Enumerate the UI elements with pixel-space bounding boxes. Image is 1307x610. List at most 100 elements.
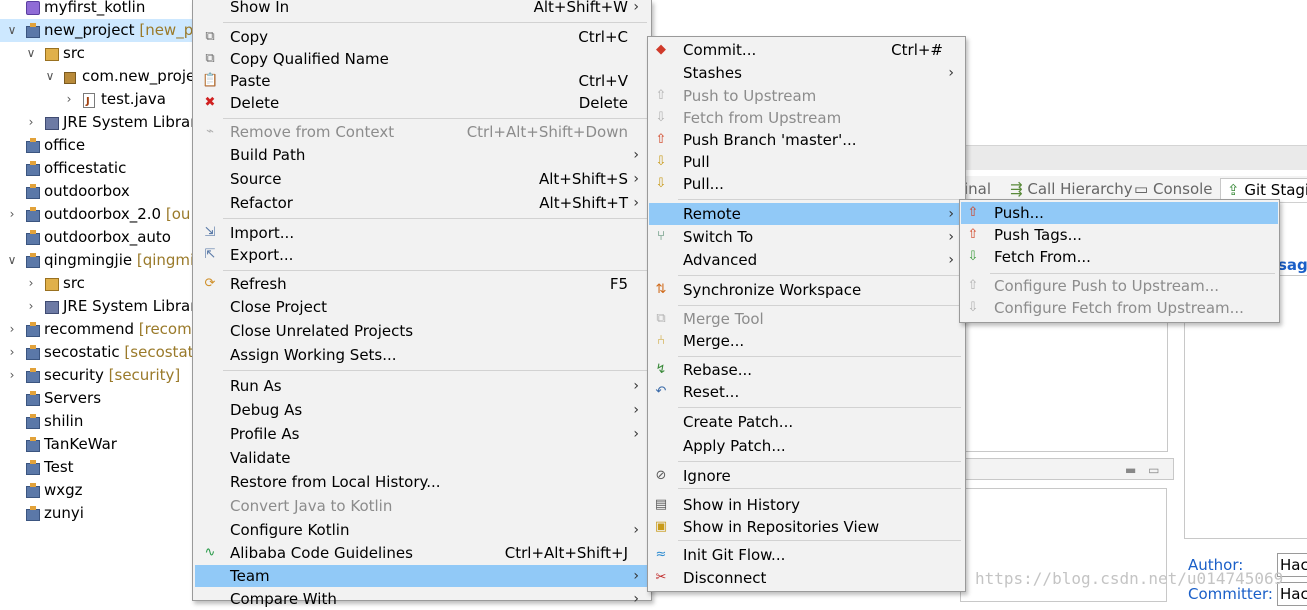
chevron-right-icon[interactable]: › xyxy=(25,295,37,318)
menu-item-configure-push-to-upstream[interactable]: ⇧ Configure Push to Upstream... xyxy=(961,275,1278,297)
chevron-down-icon[interactable]: ∨ xyxy=(6,249,18,272)
chevron-right-icon[interactable]: › xyxy=(63,88,75,111)
menu-item-configure-fetch-from-upstream[interactable]: ⇩ Configure Fetch from Upstream... xyxy=(961,297,1278,319)
tree-item[interactable]: shilin xyxy=(0,410,192,433)
chevron-right-icon[interactable]: › xyxy=(6,203,18,226)
menu-item-fetch-from[interactable]: ⇩ Fetch From... xyxy=(961,246,1278,268)
tree-item[interactable]: Servers xyxy=(0,387,192,410)
tree-item[interactable]: office xyxy=(0,134,192,157)
chevron-right-icon[interactable]: › xyxy=(6,364,18,387)
configure-push-icon: ⇧ xyxy=(967,278,979,293)
menu-item-fetch-from-upstream[interactable]: ⇩ Fetch from Upstream xyxy=(649,107,964,129)
project-icon xyxy=(26,184,40,199)
fetch-icon: ⇩ xyxy=(967,249,979,264)
tree-item[interactable]: › test.java xyxy=(0,88,192,113)
menu-item-commit[interactable]: ◆ Commit... Ctrl+# xyxy=(649,39,964,61)
menu-item-init-git-flow[interactable]: ≈ Init Git Flow... xyxy=(649,544,964,566)
menu-item-close-project[interactable]: Close Project xyxy=(195,296,649,318)
tree-item-label: office xyxy=(44,136,86,154)
menu-item-merge-tool[interactable]: ⧉ Merge Tool xyxy=(649,308,964,330)
menu-item-push-to-upstream[interactable]: ⇧ Push to Upstream xyxy=(649,85,964,107)
menu-item-rebase[interactable]: ↯ Rebase... xyxy=(649,359,964,381)
menu-item-delete[interactable]: ✖ Delete Delete xyxy=(195,92,649,114)
chevron-down-icon[interactable]: ∨ xyxy=(25,42,37,65)
menu-item-merge[interactable]: ⑃ Merge... xyxy=(649,330,964,352)
menu-item-stashes[interactable]: Stashes › xyxy=(649,62,964,84)
chevron-right-icon[interactable]: › xyxy=(6,318,18,341)
chevron-down-icon[interactable]: ∨ xyxy=(6,19,18,42)
tree-item[interactable]: outdoorbox xyxy=(0,180,192,203)
chevron-right-icon[interactable]: › xyxy=(25,111,37,134)
menu-item-source[interactable]: Source Alt+Shift+S › xyxy=(195,168,649,190)
tree-item[interactable]: ∨ new_project [new_p xyxy=(0,19,192,42)
menu-item-import[interactable]: ⇲ Import... xyxy=(195,222,649,244)
menu-item-assign-working-sets[interactable]: Assign Working Sets... xyxy=(195,344,649,366)
menu-item-paste[interactable]: 📋 Paste Ctrl+V xyxy=(195,70,649,92)
menu-item-pull[interactable]: ⇩ Pull... xyxy=(649,173,964,195)
menu-item-refactor[interactable]: Refactor Alt+Shift+T › xyxy=(195,192,649,214)
menu-item-convert-java-to-kotlin[interactable]: Convert Java to Kotlin xyxy=(195,495,649,517)
menu-item-profile-as[interactable]: Profile As › xyxy=(195,423,649,445)
tree-item[interactable]: myfirst_kotlin xyxy=(0,0,192,19)
tab-console[interactable]: ▭ Console xyxy=(1134,180,1213,198)
git-project-icon xyxy=(26,23,40,38)
tree-item[interactable]: › recommend [recomm xyxy=(0,318,192,341)
menu-item-create-patch[interactable]: Create Patch... xyxy=(649,411,964,433)
tree-item[interactable]: ∨ src xyxy=(0,42,192,65)
menu-item-refresh[interactable]: ⟳ Refresh F5 xyxy=(195,273,649,295)
tab-terminal[interactable]: inal xyxy=(964,180,991,198)
tree-item[interactable]: officestatic xyxy=(0,157,192,180)
tree-item[interactable]: › JRE System Librar xyxy=(0,111,192,134)
menu-item-push-tags[interactable]: ⇧ Push Tags... xyxy=(961,224,1278,246)
menu-item-disconnect[interactable]: ✂ Disconnect xyxy=(649,567,964,589)
chevron-right-icon[interactable]: › xyxy=(6,341,18,364)
chevron-right-icon[interactable]: › xyxy=(25,272,37,295)
menu-item-pull[interactable]: ⇩ Pull xyxy=(649,151,964,173)
menu-item-remote[interactable]: Remote › xyxy=(649,203,964,225)
project-icon xyxy=(26,437,40,452)
tree-item[interactable]: › outdoorbox_2.0 [ou xyxy=(0,203,192,226)
menu-item-compare-with[interactable]: Compare With › xyxy=(195,588,649,610)
chevron-down-icon[interactable]: ∨ xyxy=(44,65,56,88)
menu-item-ignore[interactable]: ⊘ Ignore xyxy=(649,465,964,487)
menu-item-reset[interactable]: ↶ Reset... xyxy=(649,381,964,403)
menu-item-remove-from-context[interactable]: ⌁ Remove from Context Ctrl+Alt+Shift+Down xyxy=(195,121,649,143)
tree-item[interactable]: › JRE System Librar xyxy=(0,295,192,318)
menu-item-show-in[interactable]: Show In Alt+Shift+W › xyxy=(195,0,649,18)
tree-item[interactable]: ∨ com.new_proje xyxy=(0,65,192,88)
tree-item[interactable]: › src xyxy=(0,272,192,295)
menu-item-run-as[interactable]: Run As › xyxy=(195,375,649,397)
menu-item-show-in-history[interactable]: ▤ Show in History xyxy=(649,494,964,516)
menu-item-advanced[interactable]: Advanced › xyxy=(649,249,964,271)
tree-item[interactable]: wxgz xyxy=(0,479,192,502)
menu-item-push-branch-master[interactable]: ⇧ Push Branch 'master'... xyxy=(649,129,964,151)
tree-item-label: src xyxy=(63,44,85,62)
tree-item[interactable]: zunyi xyxy=(0,502,192,525)
menu-item-debug-as[interactable]: Debug As › xyxy=(195,399,649,421)
tree-item[interactable]: Test xyxy=(0,456,192,479)
tree-item[interactable]: › security [security] xyxy=(0,364,192,387)
tree-item[interactable]: › secostatic [secostati xyxy=(0,341,192,364)
menu-item-switch-to[interactable]: ⑂ Switch To › xyxy=(649,226,964,248)
tree-item[interactable]: outdoorbox_auto xyxy=(0,226,192,249)
menu-item-restore-from-local-history[interactable]: Restore from Local History... xyxy=(195,471,649,493)
menu-item-team[interactable]: Team › xyxy=(195,565,649,587)
menu-item-export[interactable]: ⇱ Export... xyxy=(195,244,649,266)
menu-item-shortcut: Alt+Shift+S xyxy=(538,170,628,188)
menu-item-close-unrelated-projects[interactable]: Close Unrelated Projects xyxy=(195,320,649,342)
menu-item-synchronize-workspace[interactable]: ⇅ Synchronize Workspace xyxy=(649,279,964,301)
menu-item-copy-qualified-name[interactable]: ⧉ Copy Qualified Name xyxy=(195,48,649,70)
menu-item-validate[interactable]: Validate xyxy=(195,447,649,469)
menu-item-copy[interactable]: ⧉ Copy Ctrl+C xyxy=(195,26,649,48)
menu-item-label: Create Patch... xyxy=(683,413,794,431)
menu-item-show-in-repositories-view[interactable]: ▣ Show in Repositories View xyxy=(649,516,964,538)
menu-item-push[interactable]: ⇧ Push... xyxy=(961,202,1278,224)
menu-item-build-path[interactable]: Build Path › xyxy=(195,144,649,166)
menu-item-apply-patch[interactable]: Apply Patch... xyxy=(649,435,964,457)
tab-call-hierarchy[interactable]: ⇶ Call Hierarchy xyxy=(1010,180,1133,198)
menu-item-alibaba-code-guidelines[interactable]: ∿ Alibaba Code Guidelines Ctrl+Alt+Shift+J xyxy=(195,542,649,564)
view-minimize-maximize-icons[interactable]: ▬ ▭ xyxy=(1125,463,1164,477)
tree-item[interactable]: ∨ qingmingjie [qingmi xyxy=(0,249,192,272)
tree-item[interactable]: TanKeWar xyxy=(0,433,192,456)
menu-item-configure-kotlin[interactable]: Configure Kotlin › xyxy=(195,519,649,541)
